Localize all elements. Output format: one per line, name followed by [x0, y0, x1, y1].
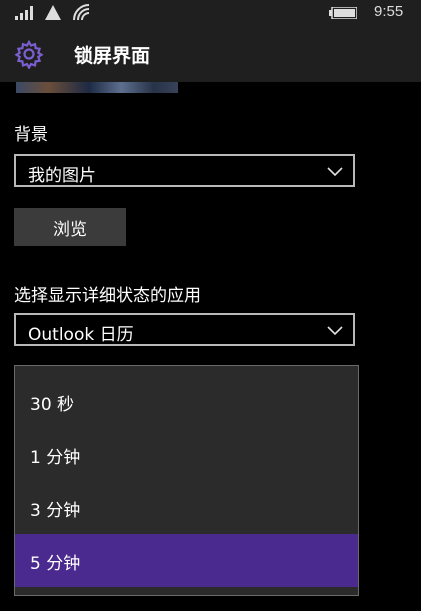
gear-icon: [14, 39, 44, 69]
signal-strength-icon: [15, 6, 33, 20]
battery-charging-icon: [329, 7, 357, 19]
option-label: 5 分钟: [30, 554, 81, 574]
chevron-down-icon: [327, 167, 343, 177]
page-title: 锁屏界面: [74, 45, 151, 67]
detail-app-select-value: Outlook 日历: [28, 325, 134, 345]
background-label: 背景: [14, 125, 48, 145]
status-bar: 9:55: [0, 0, 421, 26]
timeout-option-30s[interactable]: 30 秒: [15, 375, 358, 428]
clock-time: 9:55: [374, 3, 404, 20]
background-select-value: 我的图片: [28, 166, 96, 186]
timeout-option-1min[interactable]: 1 分钟: [15, 428, 358, 481]
title-bar: 锁屏界面: [0, 26, 421, 82]
option-label: 30 秒: [30, 395, 75, 415]
timeout-dropdown-list: 30 秒 1 分钟 3 分钟 5 分钟: [14, 365, 359, 596]
wifi-icon: [73, 4, 90, 21]
data-connection-icon: [45, 5, 61, 20]
browse-button[interactable]: 浏览: [14, 208, 126, 246]
detail-app-label: 选择显示详细状态的应用: [14, 286, 201, 306]
timeout-option-5min[interactable]: 5 分钟: [15, 534, 358, 587]
chevron-down-icon: [327, 326, 343, 336]
timeout-option-3min[interactable]: 3 分钟: [15, 481, 358, 534]
background-select[interactable]: 我的图片: [14, 154, 355, 187]
lock-screen-preview-image: [16, 82, 178, 93]
option-label: 1 分钟: [30, 448, 81, 468]
detail-app-select[interactable]: Outlook 日历: [14, 313, 355, 346]
option-label: 3 分钟: [30, 501, 81, 521]
